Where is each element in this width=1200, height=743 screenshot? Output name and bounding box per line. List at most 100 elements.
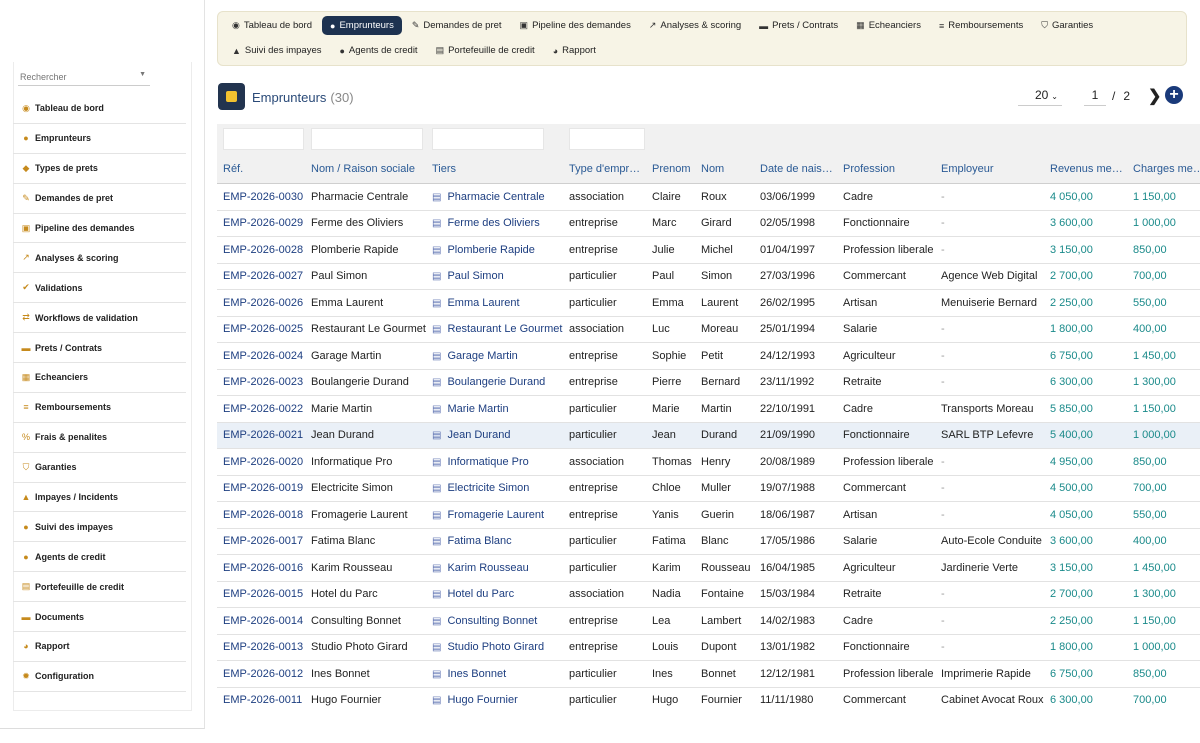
table-row[interactable]: EMP-2026-0021 Jean Durand ▤ Jean Durand part… bbox=[217, 422, 1200, 449]
ref-link[interactable]: EMP-2026-0018 bbox=[217, 501, 305, 529]
column-header[interactable]: Type d'empr… bbox=[563, 154, 646, 184]
sidebar-item-echeanciers[interactable]: ▦ Echeanciers bbox=[13, 363, 186, 393]
table-row[interactable]: EMP-2026-0016 Karim Rousseau ▤ Karim Rousse… bbox=[217, 554, 1200, 582]
next-page-icon[interactable]: ❯ bbox=[1148, 86, 1161, 106]
ref-link[interactable]: EMP-2026-0016 bbox=[217, 554, 305, 582]
table-row[interactable]: EMP-2026-0023 Boulangerie Durand ▤ Boulange… bbox=[217, 369, 1200, 396]
page-number-input[interactable]: 1 bbox=[1084, 86, 1106, 106]
filter-ref-input[interactable] bbox=[223, 128, 304, 150]
tiers-cell[interactable]: ▤ Paul Simon bbox=[426, 263, 563, 290]
ref-link[interactable]: EMP-2026-0025 bbox=[217, 316, 305, 343]
tab-analyses-scoring[interactable]: ↗ Analyses & scoring bbox=[641, 16, 749, 35]
table-row[interactable]: EMP-2026-0020 Informatique Pro ▤ Informatiq… bbox=[217, 448, 1200, 476]
column-header[interactable]: Date de nais… bbox=[754, 154, 837, 184]
tiers-link[interactable]: Hotel du Parc bbox=[447, 588, 514, 600]
tiers-cell[interactable]: ▤ Fatima Blanc bbox=[426, 528, 563, 555]
table-row[interactable]: EMP-2026-0012 Ines Bonnet ▤ Ines Bonnet part… bbox=[217, 660, 1200, 688]
sidebar-item-documents[interactable]: ▬ Documents bbox=[13, 602, 186, 633]
per-page-select[interactable]: 20 ⌄ bbox=[1018, 86, 1062, 106]
ref-link[interactable]: EMP-2026-0021 bbox=[217, 422, 305, 449]
tiers-link[interactable]: Pharmacie Centrale bbox=[447, 191, 544, 203]
ref-link[interactable]: EMP-2026-0015 bbox=[217, 581, 305, 608]
ref-link[interactable]: EMP-2026-0011 bbox=[217, 687, 305, 712]
tab-pipeline-des-demandes[interactable]: ▣ Pipeline des demandes bbox=[512, 16, 639, 35]
tiers-link[interactable]: Electricite Simon bbox=[447, 482, 529, 494]
tiers-cell[interactable]: ▤ Ines Bonnet bbox=[426, 660, 563, 688]
tiers-cell[interactable]: ▤ Studio Photo Girard bbox=[426, 634, 563, 661]
ref-link[interactable]: EMP-2026-0030 bbox=[217, 183, 305, 211]
tiers-cell[interactable]: ▤ Jean Durand bbox=[426, 422, 563, 449]
ref-link[interactable]: EMP-2026-0022 bbox=[217, 395, 305, 423]
table-row[interactable]: EMP-2026-0011 Hugo Fournier ▤ Hugo Fournier… bbox=[217, 687, 1200, 712]
sidebar-item-rapport[interactable]: ◕ Rapport bbox=[13, 632, 186, 662]
sidebar-item-garanties[interactable]: ⛉ Garanties bbox=[13, 453, 186, 483]
table-row[interactable]: EMP-2026-0030 Pharmacie Centrale ▤ Pharmaci… bbox=[217, 183, 1200, 211]
column-header[interactable]: Revenus me… bbox=[1044, 154, 1127, 184]
tab-suivi-des-impayes[interactable]: ▲ Suivi des impayes bbox=[224, 41, 329, 60]
sidebar-item-frais-penalites[interactable]: % Frais & penalites bbox=[13, 423, 186, 453]
tiers-link[interactable]: Hugo Fournier bbox=[447, 694, 517, 706]
tab-remboursements[interactable]: ≡ Remboursements bbox=[931, 16, 1031, 35]
sidebar-item-demandes-de-pret[interactable]: ✎ Demandes de pret bbox=[13, 184, 186, 214]
ref-link[interactable]: EMP-2026-0023 bbox=[217, 369, 305, 396]
tab-demandes-de-pret[interactable]: ✎ Demandes de pret bbox=[404, 16, 510, 35]
tab-emprunteurs[interactable]: ● Emprunteurs bbox=[322, 16, 402, 35]
tiers-link[interactable]: Consulting Bonnet bbox=[447, 615, 537, 627]
sidebar-search[interactable]: ▼ bbox=[18, 67, 150, 86]
ref-link[interactable]: EMP-2026-0028 bbox=[217, 236, 305, 264]
table-row[interactable]: EMP-2026-0025 Restaurant Le Gourmet ▤ Resta… bbox=[217, 316, 1200, 343]
tiers-link[interactable]: Plomberie Rapide bbox=[447, 244, 534, 256]
column-header[interactable]: Nom / Raison sociale bbox=[305, 154, 426, 184]
tiers-link[interactable]: Emma Laurent bbox=[447, 297, 519, 309]
tiers-link[interactable]: Informatique Pro bbox=[447, 456, 528, 468]
ref-link[interactable]: EMP-2026-0027 bbox=[217, 263, 305, 290]
tiers-cell[interactable]: ▤ Marie Martin bbox=[426, 395, 563, 423]
column-header[interactable]: Tiers bbox=[426, 154, 563, 184]
sidebar-item-configuration[interactable]: ✹ Configuration bbox=[13, 662, 186, 692]
sidebar-item-analyses-scoring[interactable]: ↗ Analyses & scoring bbox=[13, 243, 186, 274]
tiers-cell[interactable]: ▤ Pharmacie Centrale bbox=[426, 183, 563, 211]
tiers-cell[interactable]: ▤ Restaurant Le Gourmet bbox=[426, 316, 563, 343]
table-row[interactable]: EMP-2026-0018 Fromagerie Laurent ▤ Fromager… bbox=[217, 501, 1200, 529]
ref-link[interactable]: EMP-2026-0012 bbox=[217, 660, 305, 688]
sidebar-item-pipeline-des-demandes[interactable]: ▣ Pipeline des demandes bbox=[13, 214, 186, 244]
ref-link[interactable]: EMP-2026-0024 bbox=[217, 342, 305, 370]
add-borrower-button[interactable]: + bbox=[1165, 86, 1183, 104]
sidebar-item-suivi-des-impayes[interactable]: ● Suivi des impayes bbox=[13, 512, 186, 543]
tiers-cell[interactable]: ▤ Garage Martin bbox=[426, 342, 563, 370]
tiers-cell[interactable]: ▤ Emma Laurent bbox=[426, 289, 563, 317]
tiers-link[interactable]: Studio Photo Girard bbox=[447, 641, 544, 653]
tab-prets-contrats[interactable]: ▬ Prets / Contrats bbox=[751, 16, 846, 35]
tiers-link[interactable]: Ferme des Oliviers bbox=[447, 217, 539, 229]
chevron-down-icon[interactable]: ▼ bbox=[139, 71, 146, 78]
sidebar-item-emprunteurs[interactable]: ● Emprunteurs bbox=[13, 124, 186, 154]
ref-link[interactable]: EMP-2026-0026 bbox=[217, 289, 305, 317]
filter-tiers-input[interactable] bbox=[432, 128, 544, 150]
sidebar-item-validations[interactable]: ✔ Validations bbox=[13, 273, 186, 304]
column-header[interactable]: Charges me… bbox=[1127, 154, 1200, 184]
ref-link[interactable]: EMP-2026-0019 bbox=[217, 475, 305, 502]
tiers-link[interactable]: Jean Durand bbox=[447, 429, 510, 441]
sidebar-item-workflows-de-validation[interactable]: ⇄ Workflows de validation bbox=[13, 303, 186, 334]
tiers-link[interactable]: Paul Simon bbox=[447, 270, 503, 282]
table-row[interactable]: EMP-2026-0019 Electricite Simon ▤ Electrici… bbox=[217, 475, 1200, 502]
tiers-cell[interactable]: ▤ Boulangerie Durand bbox=[426, 369, 563, 396]
column-header[interactable]: Réf. bbox=[217, 154, 305, 184]
table-row[interactable]: EMP-2026-0022 Marie Martin ▤ Marie Martin pa… bbox=[217, 395, 1200, 423]
tab-garanties[interactable]: ⛉ Garanties bbox=[1033, 16, 1101, 35]
tiers-link[interactable]: Marie Martin bbox=[447, 403, 508, 415]
column-header[interactable]: Prenom bbox=[646, 154, 695, 184]
tab-echeanciers[interactable]: ▦ Echeanciers bbox=[848, 16, 929, 35]
ref-link[interactable]: EMP-2026-0014 bbox=[217, 607, 305, 635]
table-row[interactable]: EMP-2026-0013 Studio Photo Girard ▤ Studio … bbox=[217, 634, 1200, 661]
table-row[interactable]: EMP-2026-0014 Consulting Bonnet ▤ Consultin… bbox=[217, 607, 1200, 635]
search-input[interactable] bbox=[18, 69, 132, 85]
sidebar-item-portefeuille-de-credit[interactable]: ▤ Portefeuille de credit bbox=[13, 572, 186, 603]
column-header[interactable]: Nom bbox=[695, 154, 754, 184]
table-row[interactable]: EMP-2026-0029 Ferme des Oliviers ▤ Ferme de… bbox=[217, 210, 1200, 237]
tiers-cell[interactable]: ▤ Electricite Simon bbox=[426, 475, 563, 502]
table-row[interactable]: EMP-2026-0024 Garage Martin ▤ Garage Martin… bbox=[217, 342, 1200, 370]
tiers-cell[interactable]: ▤ Ferme des Oliviers bbox=[426, 210, 563, 237]
sidebar-item-tableau-de-bord[interactable]: ◉ Tableau de bord bbox=[13, 94, 186, 124]
filter-name-input[interactable] bbox=[311, 128, 423, 150]
